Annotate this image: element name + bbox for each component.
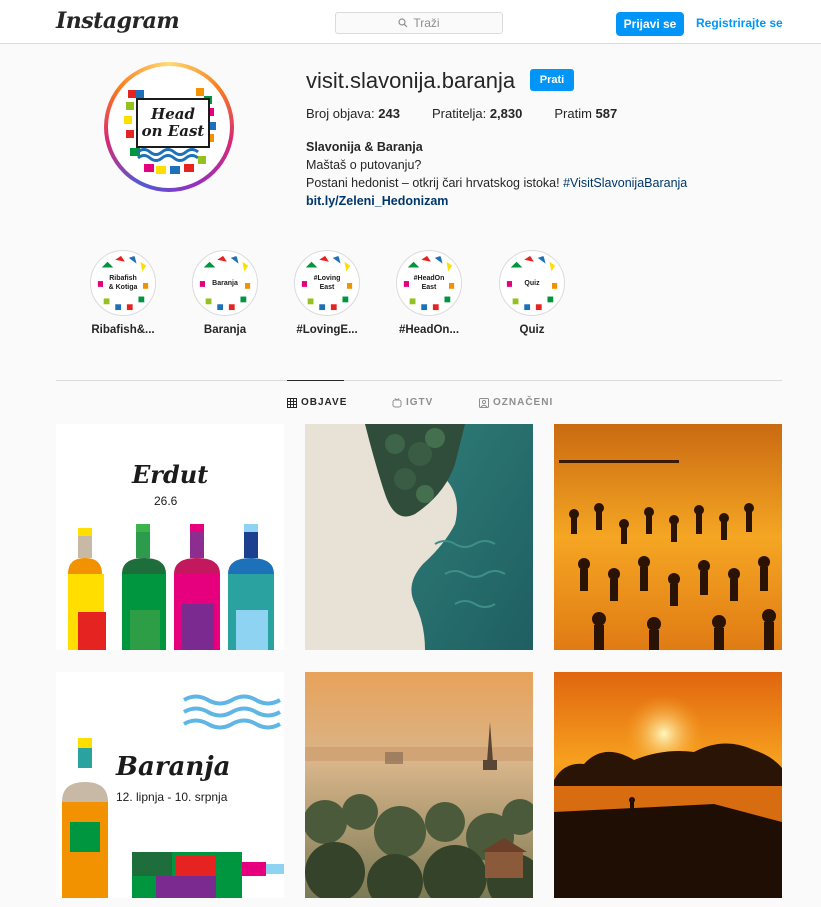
- highlight-cover: #HeadOn East: [400, 254, 458, 312]
- tab-igtv[interactable]: IGTV: [392, 397, 433, 408]
- grid-icon: [287, 397, 297, 408]
- highlight-label: #LovingE...: [296, 324, 358, 336]
- instagram-logo[interactable]: Instagram: [56, 8, 180, 34]
- highlight-label: #HeadOn...: [398, 324, 460, 336]
- profile-avatar[interactable]: Head on East: [104, 62, 234, 192]
- bio-external-link[interactable]: bit.ly/Zeleni_Hedonizam: [306, 192, 687, 210]
- profile-username: visit.slavonija.baranja: [306, 68, 516, 93]
- post-thumbnail[interactable]: [554, 672, 782, 898]
- post-thumbnail[interactable]: [305, 424, 533, 650]
- followers-count[interactable]: Pratitelja: 2,830: [432, 106, 522, 121]
- baranja-poster-illustration: [62, 694, 284, 898]
- highlight-cover: Quiz: [503, 254, 561, 312]
- sunset-river-photo: [554, 672, 782, 898]
- tabs-divider: [56, 380, 782, 381]
- foggy-town-photo: [305, 672, 533, 898]
- post-thumbnail[interactable]: [554, 424, 782, 650]
- post-thumbnail[interactable]: [305, 672, 533, 898]
- post-thumbnail[interactable]: Baranja 12. lipnja - 10. srpnja: [56, 672, 284, 898]
- top-navigation-bar: Instagram Traži Prijavi se Registrirajte…: [0, 0, 821, 44]
- bio-name: Slavonija & Baranja: [306, 140, 423, 154]
- active-tab-indicator: [287, 380, 344, 381]
- post-subtitle: 26.6: [154, 494, 178, 508]
- highlight-label: Baranja: [203, 324, 247, 336]
- story-highlight[interactable]: #HeadOn East #HeadOn...: [389, 250, 469, 336]
- highlight-label: Ribafish&...: [91, 324, 155, 336]
- search-placeholder: Traži: [413, 16, 440, 30]
- wine-bottles-illustration: [68, 524, 274, 650]
- highlight-cover: Ribafish & Kotiga: [94, 254, 152, 312]
- profile-bio: Slavonija & Baranja Maštaš o putovanju? …: [306, 138, 687, 210]
- following-count[interactable]: Pratim 587: [554, 106, 617, 121]
- tab-posts[interactable]: OBJAVE: [287, 397, 347, 408]
- tab-tagged[interactable]: OZNAČENI: [479, 397, 553, 408]
- story-highlight[interactable]: #Loving East #LovingE...: [287, 250, 367, 336]
- story-highlight[interactable]: Ribafish & Kotiga Ribafish&...: [83, 250, 163, 336]
- follow-button[interactable]: Prati: [530, 69, 574, 91]
- search-icon: [398, 18, 408, 28]
- bio-hashtag-link[interactable]: #VisitSlavonijaBaranja: [563, 176, 687, 190]
- avatar-title-box: Head on East: [136, 98, 210, 148]
- post-thumbnail[interactable]: Erdut 26.6: [56, 424, 284, 650]
- highlight-cover: Baranja: [196, 254, 254, 312]
- post-title: Erdut: [132, 460, 209, 489]
- story-highlight[interactable]: Quiz Quiz: [492, 250, 572, 336]
- aerial-river-photo: [305, 424, 533, 650]
- login-button[interactable]: Prijavi se: [616, 12, 684, 36]
- sunset-beach-photo: [554, 424, 782, 650]
- post-title: Baranja: [116, 752, 231, 782]
- post-subtitle: 12. lipnja - 10. srpnja: [116, 790, 228, 804]
- avatar-image: Head on East: [114, 72, 224, 182]
- story-highlight[interactable]: Baranja Baranja: [185, 250, 265, 336]
- profile-stats: Broj objava: 243 Pratitelja: 2,830 Prati…: [306, 106, 649, 121]
- posts-count: Broj objava: 243: [306, 106, 400, 121]
- highlight-cover: #Loving East: [298, 254, 356, 312]
- bio-line-1: Maštaš o putovanju?: [306, 158, 422, 172]
- igtv-icon: [392, 397, 402, 407]
- highlight-label: Quiz: [519, 324, 545, 336]
- search-input[interactable]: Traži: [335, 12, 503, 34]
- register-link[interactable]: Registrirajte se: [696, 16, 783, 30]
- bio-line-2: Postani hedonist – otkrij čari hrvatskog…: [306, 176, 688, 190]
- tagged-icon: [479, 397, 489, 408]
